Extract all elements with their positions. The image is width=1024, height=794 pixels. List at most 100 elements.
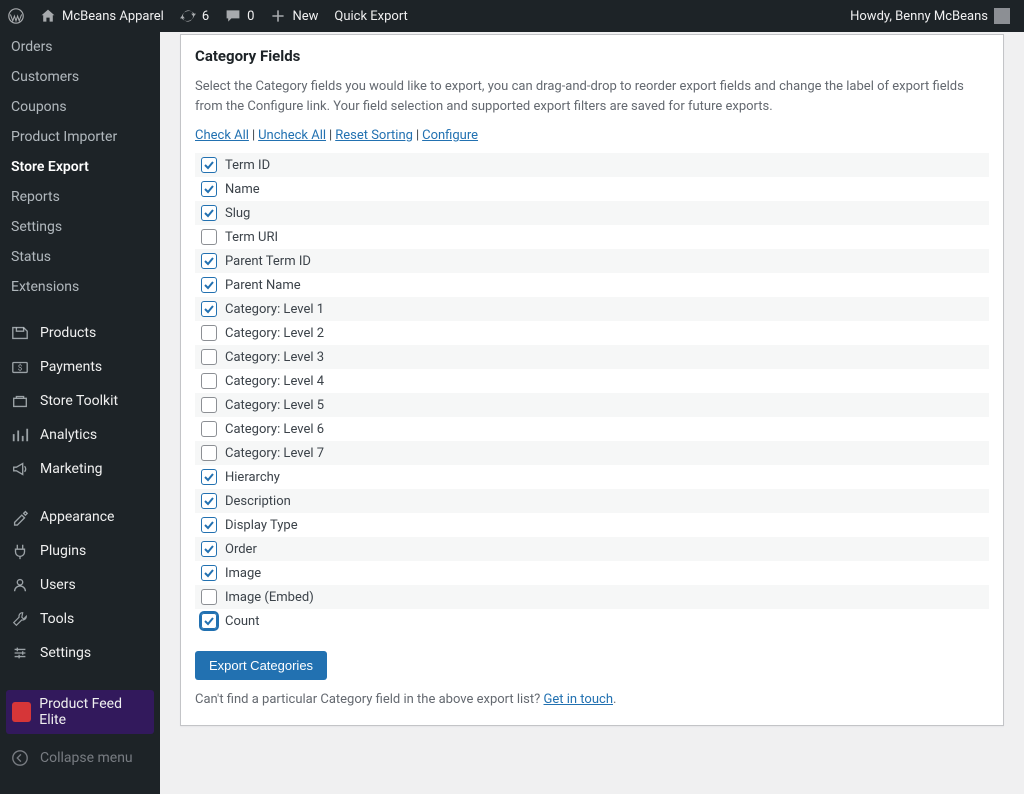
comments[interactable]: 0: [217, 0, 262, 32]
sidebar-item-settings[interactable]: Settings: [0, 636, 160, 670]
admin-bar-left: McBeans Apparel 6 0 New Quick Export: [0, 0, 416, 32]
field-label: Category: Level 5: [225, 398, 324, 413]
field-row[interactable]: Name: [195, 177, 989, 201]
field-row[interactable]: Image (Embed): [195, 585, 989, 609]
field-label: Category: Level 7: [225, 446, 324, 461]
footnote-text: Can't find a particular Category field i…: [195, 692, 544, 707]
field-checkbox[interactable]: [201, 157, 217, 173]
sidebar-subitem-store-export[interactable]: Store Export: [0, 152, 160, 182]
sidebar-subitem-orders[interactable]: Orders: [0, 32, 160, 62]
field-label: Category: Level 6: [225, 422, 324, 437]
field-row[interactable]: Slug: [195, 201, 989, 225]
field-row[interactable]: Image: [195, 561, 989, 585]
field-row[interactable]: Category: Level 3: [195, 345, 989, 369]
sidebar-subitem-coupons[interactable]: Coupons: [0, 92, 160, 122]
sidebar-item-appearance[interactable]: Appearance: [0, 500, 160, 534]
sidebar-item-label: Analytics: [40, 427, 97, 443]
sidebar-item-label: Payments: [40, 359, 102, 375]
field-checkbox[interactable]: [201, 325, 217, 341]
field-label: Description: [225, 494, 291, 509]
field-row[interactable]: Term ID: [195, 153, 989, 177]
sidebar-subitem-product-importer[interactable]: Product Importer: [0, 122, 160, 152]
sidebar-item-payments[interactable]: $ Payments: [0, 350, 160, 384]
sidebar-subitem-status[interactable]: Status: [0, 242, 160, 272]
field-row[interactable]: Display Type: [195, 513, 989, 537]
field-row[interactable]: Category: Level 2: [195, 321, 989, 345]
field-label: Slug: [225, 206, 250, 221]
site-name[interactable]: McBeans Apparel: [32, 0, 172, 32]
sidebar-item-label: Users: [40, 577, 76, 593]
sidebar-item-products[interactable]: Products: [0, 316, 160, 350]
field-checkbox[interactable]: [201, 229, 217, 245]
my-account[interactable]: Howdy, Benny McBeans: [842, 0, 1018, 32]
sidebar-item-plugins[interactable]: Plugins: [0, 534, 160, 568]
check-all-link[interactable]: Check All: [195, 128, 249, 143]
field-checkbox[interactable]: [201, 493, 217, 509]
export-categories-button[interactable]: Export Categories: [195, 651, 327, 680]
field-checkbox[interactable]: [201, 277, 217, 293]
get-in-touch-link[interactable]: Get in touch: [544, 692, 613, 707]
marketing-icon: [10, 459, 30, 479]
reset-sorting-link[interactable]: Reset Sorting: [335, 128, 413, 143]
field-row[interactable]: Hierarchy: [195, 465, 989, 489]
sidebar-separator: [0, 670, 160, 684]
wp-logo[interactable]: [0, 0, 32, 32]
sidebar-main-menu: Products $ Payments Store Toolkit Analytics M…: [0, 316, 160, 486]
field-checkbox[interactable]: [201, 541, 217, 557]
field-checkbox[interactable]: [201, 565, 217, 581]
sidebar-subitem-customers[interactable]: Customers: [0, 62, 160, 92]
field-label: Hierarchy: [225, 470, 280, 485]
field-row[interactable]: Category: Level 4: [195, 369, 989, 393]
field-row[interactable]: Order: [195, 537, 989, 561]
sidebar-subitem-reports[interactable]: Reports: [0, 182, 160, 212]
field-row[interactable]: Category: Level 5: [195, 393, 989, 417]
field-row[interactable]: Parent Term ID: [195, 249, 989, 273]
field-checkbox[interactable]: [201, 397, 217, 413]
separator: |: [416, 128, 419, 143]
collapse-menu[interactable]: Collapse menu: [0, 740, 160, 776]
uncheck-all-link[interactable]: Uncheck All: [258, 128, 326, 143]
field-checkbox[interactable]: [201, 181, 217, 197]
sidebar-main-menu-2: AppearancePlugins Users Tools Settings: [0, 500, 160, 670]
field-checkbox[interactable]: [201, 589, 217, 605]
payments-icon: $: [10, 357, 30, 377]
field-checkbox[interactable]: [201, 517, 217, 533]
sidebar-subitem-settings[interactable]: Settings: [0, 212, 160, 242]
configure-link[interactable]: Configure: [422, 128, 478, 143]
field-row[interactable]: Count: [195, 609, 989, 633]
sidebar-item-users[interactable]: Users: [0, 568, 160, 602]
field-row[interactable]: Term URI: [195, 225, 989, 249]
sidebar-item-store-toolkit[interactable]: Store Toolkit: [0, 384, 160, 418]
field-checkbox[interactable]: [201, 253, 217, 269]
field-checkbox[interactable]: [201, 445, 217, 461]
field-label: Image (Embed): [225, 590, 314, 605]
field-row[interactable]: Description: [195, 489, 989, 513]
sidebar-item-tools[interactable]: Tools: [0, 602, 160, 636]
field-row[interactable]: Category: Level 6: [195, 417, 989, 441]
field-row[interactable]: Category: Level 7: [195, 441, 989, 465]
field-label: Term URI: [225, 230, 278, 245]
sidebar-subitem-extensions[interactable]: Extensions: [0, 272, 160, 302]
sidebar-item-label: Settings: [40, 645, 91, 661]
admin-bar: McBeans Apparel 6 0 New Quick Export How…: [0, 0, 1024, 32]
sidebar-item-label: Tools: [40, 611, 74, 627]
field-row[interactable]: Parent Name: [195, 273, 989, 297]
settings-icon: [10, 643, 30, 663]
field-label: Display Type: [225, 518, 298, 533]
sidebar-item-analytics[interactable]: Analytics: [0, 418, 160, 452]
field-checkbox[interactable]: [201, 469, 217, 485]
new-content[interactable]: New: [262, 0, 326, 32]
updates[interactable]: 6: [172, 0, 217, 32]
field-row[interactable]: Category: Level 1: [195, 297, 989, 321]
sidebar-item-marketing[interactable]: Marketing: [0, 452, 160, 486]
sidebar-item-product-feed-elite[interactable]: Product Feed Elite: [6, 690, 154, 734]
field-checkbox[interactable]: [201, 301, 217, 317]
field-checkbox[interactable]: [201, 613, 217, 629]
field-checkbox[interactable]: [201, 349, 217, 365]
quick-export[interactable]: Quick Export: [326, 0, 415, 32]
field-label: Parent Name: [225, 278, 301, 293]
field-checkbox[interactable]: [201, 373, 217, 389]
toolkit-icon: [10, 391, 30, 411]
field-checkbox[interactable]: [201, 421, 217, 437]
field-checkbox[interactable]: [201, 205, 217, 221]
